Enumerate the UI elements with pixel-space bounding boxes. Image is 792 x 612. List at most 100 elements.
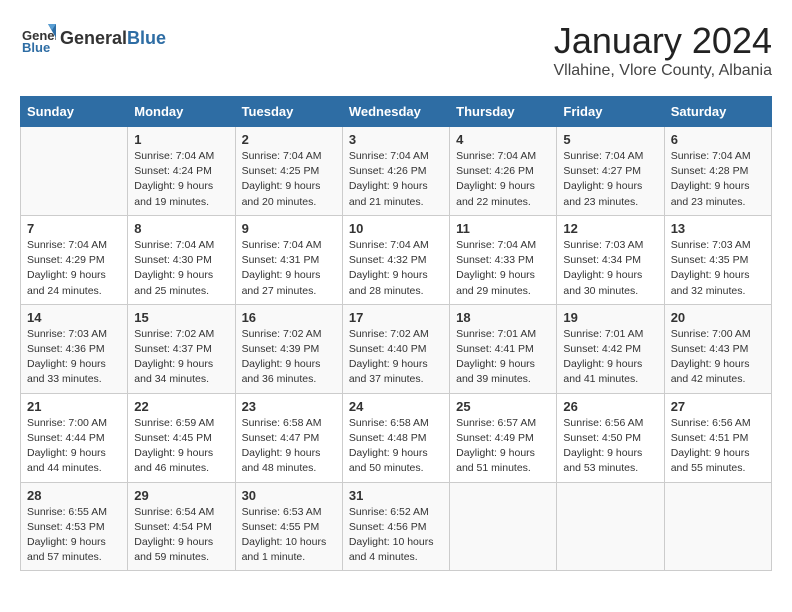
day-info: Sunrise: 7:04 AM Sunset: 4:25 PM Dayligh… — [242, 149, 336, 210]
calendar-cell: 3 Sunrise: 7:04 AM Sunset: 4:26 PM Daylig… — [342, 127, 449, 216]
day-info: Sunrise: 6:58 AM Sunset: 4:47 PM Dayligh… — [242, 416, 336, 477]
day-number: 4 — [456, 132, 550, 147]
day-number: 13 — [671, 221, 765, 236]
day-number: 22 — [134, 399, 228, 414]
day-info: Sunrise: 6:59 AM Sunset: 4:45 PM Dayligh… — [134, 416, 228, 477]
day-info: Sunrise: 7:04 AM Sunset: 4:33 PM Dayligh… — [456, 238, 550, 299]
page-header: General Blue General Blue January 2024 V… — [20, 20, 772, 80]
day-number: 9 — [242, 221, 336, 236]
svg-text:Blue: Blue — [22, 40, 50, 55]
calendar-week-row: 14 Sunrise: 7:03 AM Sunset: 4:36 PM Dayli… — [21, 304, 772, 393]
day-info: Sunrise: 6:56 AM Sunset: 4:51 PM Dayligh… — [671, 416, 765, 477]
day-info: Sunrise: 6:54 AM Sunset: 4:54 PM Dayligh… — [134, 505, 228, 566]
calendar-cell: 2Sunrise: 7:04 AM Sunset: 4:25 PM Daylig… — [235, 127, 342, 216]
calendar-cell: 10Sunrise: 7:04 AM Sunset: 4:32 PM Dayli… — [342, 215, 449, 304]
day-info: Sunrise: 6:53 AM Sunset: 4:55 PM Dayligh… — [242, 505, 336, 566]
weekday-header-tuesday: Tuesday — [235, 97, 342, 127]
calendar-cell: 11 Sunrise: 7:04 AM Sunset: 4:33 PM Dayli… — [450, 215, 557, 304]
day-number: 17 — [349, 310, 443, 325]
calendar-cell: 14 Sunrise: 7:03 AM Sunset: 4:36 PM Dayli… — [21, 304, 128, 393]
calendar-cell: 28Sunrise: 6:55 AM Sunset: 4:53 PM Dayli… — [21, 482, 128, 571]
weekday-header-saturday: Saturday — [664, 97, 771, 127]
calendar-cell: 16Sunrise: 7:02 AM Sunset: 4:39 PM Dayli… — [235, 304, 342, 393]
day-number: 25 — [456, 399, 550, 414]
day-info: Sunrise: 6:56 AM Sunset: 4:50 PM Dayligh… — [563, 416, 657, 477]
day-number: 7 — [27, 221, 121, 236]
day-number: 24 — [349, 399, 443, 414]
calendar-cell: 13 Sunrise: 7:03 AM Sunset: 4:35 PM Dayli… — [664, 215, 771, 304]
day-info: Sunrise: 7:02 AM Sunset: 4:40 PM Dayligh… — [349, 327, 443, 388]
title-block: January 2024 Vllahine, Vlore County, Alb… — [553, 20, 772, 80]
calendar-cell: 20 Sunrise: 7:00 AM Sunset: 4:43 PM Dayli… — [664, 304, 771, 393]
day-info: Sunrise: 7:03 AM Sunset: 4:36 PM Dayligh… — [27, 327, 121, 388]
day-number: 15 — [134, 310, 228, 325]
calendar-week-row: 28Sunrise: 6:55 AM Sunset: 4:53 PM Dayli… — [21, 482, 772, 571]
weekday-header-thursday: Thursday — [450, 97, 557, 127]
location-title: Vllahine, Vlore County, Albania — [553, 62, 772, 80]
calendar-cell: 18 Sunrise: 7:01 AM Sunset: 4:41 PM Dayli… — [450, 304, 557, 393]
weekday-header-wednesday: Wednesday — [342, 97, 449, 127]
calendar-week-row: 21 Sunrise: 7:00 AM Sunset: 4:44 PM Dayli… — [21, 393, 772, 482]
day-info: Sunrise: 6:57 AM Sunset: 4:49 PM Dayligh… — [456, 416, 550, 477]
calendar-cell: 12Sunrise: 7:03 AM Sunset: 4:34 PM Dayli… — [557, 215, 664, 304]
day-info: Sunrise: 7:03 AM Sunset: 4:35 PM Dayligh… — [671, 238, 765, 299]
calendar-cell: 19Sunrise: 7:01 AM Sunset: 4:42 PM Dayli… — [557, 304, 664, 393]
calendar-cell — [557, 482, 664, 571]
day-info: Sunrise: 7:04 AM Sunset: 4:28 PM Dayligh… — [671, 149, 765, 210]
calendar-cell — [664, 482, 771, 571]
day-number: 18 — [456, 310, 550, 325]
calendar-cell: 4 Sunrise: 7:04 AM Sunset: 4:26 PM Daylig… — [450, 127, 557, 216]
weekday-header-sunday: Sunday — [21, 97, 128, 127]
calendar-cell: 29 Sunrise: 6:54 AM Sunset: 4:54 PM Dayli… — [128, 482, 235, 571]
day-number: 14 — [27, 310, 121, 325]
day-number: 29 — [134, 488, 228, 503]
calendar-cell: 30 Sunrise: 6:53 AM Sunset: 4:55 PM Dayli… — [235, 482, 342, 571]
day-info: Sunrise: 6:58 AM Sunset: 4:48 PM Dayligh… — [349, 416, 443, 477]
calendar-cell: 7Sunrise: 7:04 AM Sunset: 4:29 PM Daylig… — [21, 215, 128, 304]
calendar-cell — [21, 127, 128, 216]
day-info: Sunrise: 7:04 AM Sunset: 4:27 PM Dayligh… — [563, 149, 657, 210]
day-number: 19 — [563, 310, 657, 325]
calendar-cell: 5 Sunrise: 7:04 AM Sunset: 4:27 PM Daylig… — [557, 127, 664, 216]
day-info: Sunrise: 7:04 AM Sunset: 4:26 PM Dayligh… — [349, 149, 443, 210]
day-number: 23 — [242, 399, 336, 414]
calendar-cell: 9Sunrise: 7:04 AM Sunset: 4:31 PM Daylig… — [235, 215, 342, 304]
calendar-cell: 24 Sunrise: 6:58 AM Sunset: 4:48 PM Dayli… — [342, 393, 449, 482]
weekday-header-friday: Friday — [557, 97, 664, 127]
calendar-cell: 27Sunrise: 6:56 AM Sunset: 4:51 PM Dayli… — [664, 393, 771, 482]
day-info: Sunrise: 7:03 AM Sunset: 4:34 PM Dayligh… — [563, 238, 657, 299]
logo: General Blue General Blue — [20, 20, 166, 56]
day-info: Sunrise: 7:04 AM Sunset: 4:24 PM Dayligh… — [134, 149, 228, 210]
day-info: Sunrise: 7:00 AM Sunset: 4:44 PM Dayligh… — [27, 416, 121, 477]
day-number: 31 — [349, 488, 443, 503]
calendar-cell — [450, 482, 557, 571]
day-info: Sunrise: 6:52 AM Sunset: 4:56 PM Dayligh… — [349, 505, 443, 566]
logo-text-general: General — [60, 28, 127, 49]
day-number: 28 — [27, 488, 121, 503]
day-number: 26 — [563, 399, 657, 414]
day-number: 20 — [671, 310, 765, 325]
day-number: 11 — [456, 221, 550, 236]
day-info: Sunrise: 7:04 AM Sunset: 4:26 PM Dayligh… — [456, 149, 550, 210]
calendar-cell: 25 Sunrise: 6:57 AM Sunset: 4:49 PM Dayli… — [450, 393, 557, 482]
calendar-cell: 31 Sunrise: 6:52 AM Sunset: 4:56 PM Dayli… — [342, 482, 449, 571]
calendar-cell: 6Sunrise: 7:04 AM Sunset: 4:28 PM Daylig… — [664, 127, 771, 216]
day-number: 3 — [349, 132, 443, 147]
day-number: 30 — [242, 488, 336, 503]
day-number: 21 — [27, 399, 121, 414]
calendar-week-row: 1 Sunrise: 7:04 AM Sunset: 4:24 PM Daylig… — [21, 127, 772, 216]
day-info: Sunrise: 7:01 AM Sunset: 4:41 PM Dayligh… — [456, 327, 550, 388]
day-info: Sunrise: 7:00 AM Sunset: 4:43 PM Dayligh… — [671, 327, 765, 388]
day-number: 8 — [134, 221, 228, 236]
day-info: Sunrise: 7:02 AM Sunset: 4:37 PM Dayligh… — [134, 327, 228, 388]
day-number: 10 — [349, 221, 443, 236]
calendar-cell: 8Sunrise: 7:04 AM Sunset: 4:30 PM Daylig… — [128, 215, 235, 304]
calendar-cell: 1 Sunrise: 7:04 AM Sunset: 4:24 PM Daylig… — [128, 127, 235, 216]
calendar-cell: 26 Sunrise: 6:56 AM Sunset: 4:50 PM Dayli… — [557, 393, 664, 482]
calendar-cell: 21 Sunrise: 7:00 AM Sunset: 4:44 PM Dayli… — [21, 393, 128, 482]
logo-icon: General Blue — [20, 20, 56, 56]
weekday-header-monday: Monday — [128, 97, 235, 127]
day-number: 5 — [563, 132, 657, 147]
day-number: 1 — [134, 132, 228, 147]
calendar-cell: 17 Sunrise: 7:02 AM Sunset: 4:40 PM Dayli… — [342, 304, 449, 393]
